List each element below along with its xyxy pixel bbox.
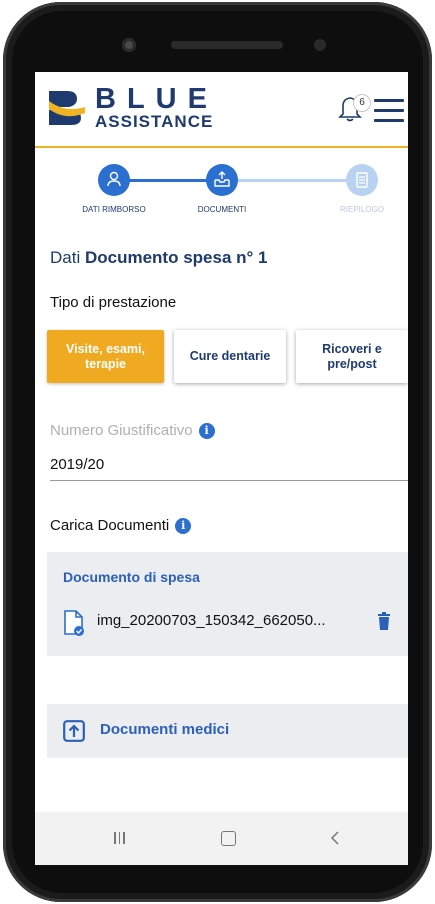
upload-tray-icon: [214, 171, 230, 187]
option-cure-dentarie[interactable]: Cure dentarie: [174, 330, 286, 383]
step-documenti[interactable]: [206, 164, 238, 196]
brand-logo[interactable]: BLUE ASSISTANCE: [47, 83, 227, 131]
earpiece-speaker: [171, 41, 283, 49]
page-title: Dati Documento spesa n° 1: [50, 248, 267, 268]
proximity-sensor: [314, 39, 326, 51]
app-header: BLUE ASSISTANCE 6: [35, 72, 408, 148]
step-label-dati-rimborso: DATI RIMBORSO: [82, 205, 146, 214]
field-underline: [50, 480, 408, 481]
back-icon[interactable]: [329, 830, 341, 846]
option-label: Visite, esami, terapie: [66, 341, 145, 371]
android-nav-bar: [35, 812, 408, 865]
blue-assistance-logo-icon: [49, 91, 85, 125]
documento-spesa-card: Documento di spesa img_20200703_150342_6…: [47, 552, 408, 656]
numero-label-text: Numero Giustificativo: [50, 422, 193, 439]
option-label: Cure dentarie: [189, 349, 271, 363]
trash-icon[interactable]: [377, 612, 391, 630]
recents-icon[interactable]: [113, 832, 125, 844]
front-camera-icon: [122, 38, 136, 52]
documenti-medici-label: Documenti medici: [100, 721, 230, 738]
info-icon[interactable]: i: [198, 423, 215, 439]
home-icon[interactable]: [221, 831, 236, 846]
step-dati-rimborso[interactable]: [98, 164, 130, 196]
brand-line2: ASSISTANCE: [95, 112, 214, 131]
step-riepilogo[interactable]: [346, 164, 378, 196]
phone-frame: BLUE ASSISTANCE 6 DATI RIMBORSO DOCUMENT…: [3, 2, 432, 902]
notification-badge: 6: [353, 94, 371, 112]
step-connector-pending: [222, 179, 362, 182]
page-title-prefix: Dati: [50, 248, 81, 267]
progress-stepper: DATI RIMBORSO DOCUMENTI RIEPILOGO: [35, 148, 408, 228]
file-check-icon: [64, 610, 84, 636]
carica-documenti-label: Carica Documenti i: [50, 517, 192, 534]
page-title-bold: Documento spesa n° 1: [84, 248, 268, 267]
option-ricoveri[interactable]: Ricoveri e pre/post: [296, 330, 408, 383]
step-label-documenti: DOCUMENTI: [197, 205, 247, 214]
numero-giustificativo-field[interactable]: 2019/20: [50, 456, 104, 473]
upload-icon: [63, 720, 85, 742]
option-visite-esami-terapie[interactable]: Visite, esami, terapie: [47, 330, 164, 383]
info-icon[interactable]: i: [175, 518, 192, 534]
hamburger-menu-icon[interactable]: [374, 99, 404, 123]
person-icon: [107, 171, 121, 187]
clipboard-icon: [356, 172, 368, 188]
step-label-riepilogo: RIEPILOGO: [339, 205, 384, 214]
numero-giustificativo-label: Numero Giustificativo i: [50, 422, 215, 439]
app-screen: BLUE ASSISTANCE 6 DATI RIMBORSO DOCUMENT…: [35, 72, 408, 865]
carica-label-text: Carica Documenti: [50, 517, 170, 534]
tipo-prestazione-label: Tipo di prestazione: [50, 294, 177, 311]
uploaded-file-name[interactable]: img_20200703_150342_662050...: [97, 612, 326, 629]
documento-spesa-title: Documento di spesa: [63, 569, 200, 585]
option-label: Ricoveri e pre/post: [322, 341, 382, 371]
documenti-medici-button[interactable]: Documenti medici: [47, 704, 408, 758]
